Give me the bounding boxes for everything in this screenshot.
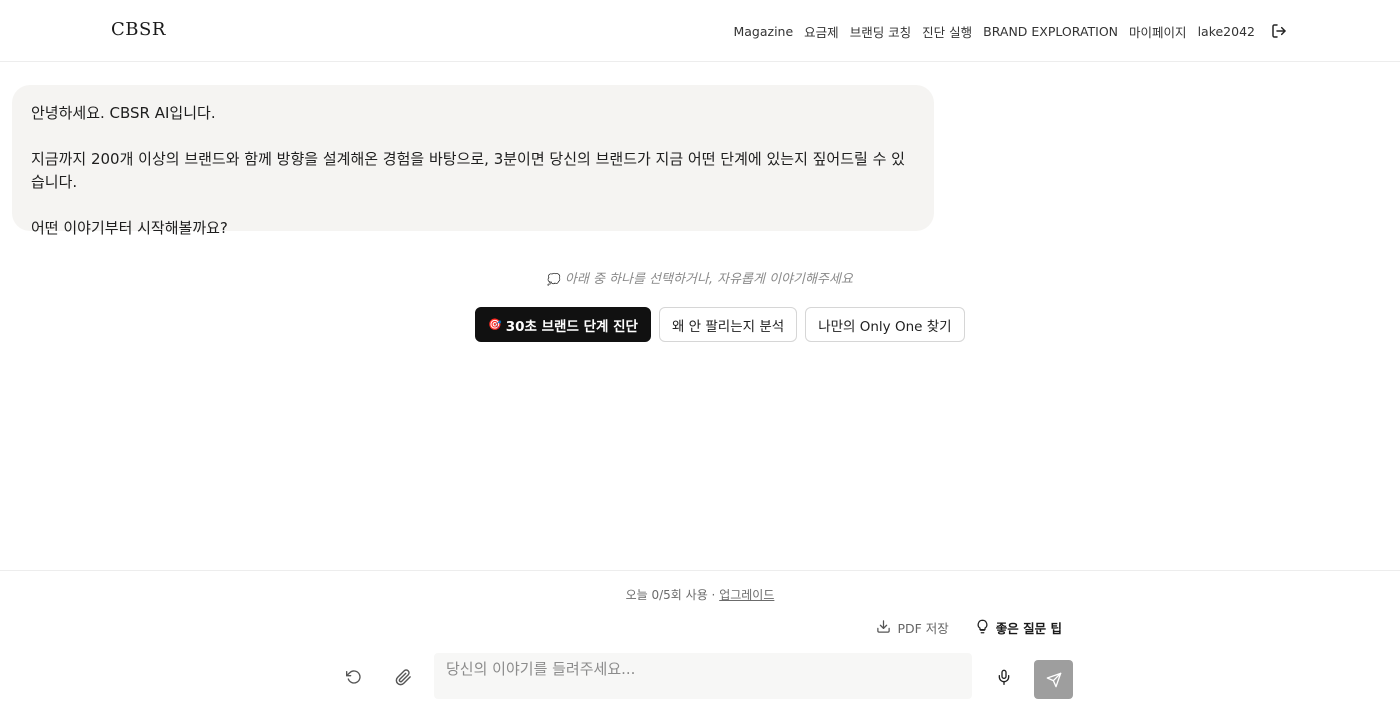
target-icon: 🎯 bbox=[488, 318, 502, 331]
logo[interactable]: CBSR bbox=[111, 19, 166, 40]
question-tips-label: 좋은 질문 팁 bbox=[995, 621, 1062, 636]
nav-magazine[interactable]: Magazine bbox=[733, 24, 793, 39]
composer-tools: PDF 저장 좋은 질문 팁 bbox=[876, 618, 1062, 637]
send-icon bbox=[1046, 672, 1061, 687]
logout-icon[interactable] bbox=[1270, 22, 1288, 40]
suggestion-hint: 💭 아래 중 하나를 선택하거나, 자유롭게 이야기해주세요 bbox=[0, 268, 1400, 287]
question-tips-button[interactable]: 좋은 질문 팁 bbox=[975, 618, 1062, 637]
microphone-icon[interactable] bbox=[990, 663, 1018, 691]
chip-label: 30초 브랜드 단계 진단 bbox=[505, 318, 638, 335]
message-body: 지금까지 200개 이상의 브랜드와 함께 방향을 설계해온 경험을 바탕으로,… bbox=[31, 150, 905, 191]
send-button[interactable] bbox=[1034, 660, 1073, 699]
nav-brand-exploration[interactable]: BRAND EXPLORATION bbox=[983, 24, 1118, 39]
nav-username[interactable]: lake2042 bbox=[1198, 24, 1255, 39]
why-not-selling-button[interactable]: 왜 안 팔리는지 분석 bbox=[658, 307, 798, 342]
top-header: CBSR Magazine 요금제 브랜딩 코칭 진단 실행 BRAND EXP… bbox=[0, 0, 1400, 62]
lightbulb-icon bbox=[975, 619, 990, 637]
pdf-save-button[interactable]: PDF 저장 bbox=[876, 618, 949, 637]
download-icon bbox=[876, 619, 891, 637]
upgrade-link[interactable]: 업그레이드 bbox=[719, 588, 774, 602]
usage-count: 오늘 0/5회 사용 · bbox=[625, 588, 720, 602]
reset-icon[interactable] bbox=[340, 663, 368, 691]
suggestion-chips: 🎯 30초 브랜드 단계 진단 왜 안 팔리는지 분석 나만의 Only One… bbox=[475, 307, 965, 342]
message-greeting: 안녕하세요. CBSR AI입니다. bbox=[31, 104, 216, 122]
nav-mypage[interactable]: 마이페이지 bbox=[1129, 22, 1187, 41]
nav-run-diagnosis[interactable]: 진단 실행 bbox=[922, 22, 972, 41]
chat-message-input[interactable] bbox=[434, 653, 972, 699]
nav-pricing[interactable]: 요금제 bbox=[804, 22, 839, 41]
chat-input-row bbox=[340, 653, 1075, 699]
main-nav: Magazine 요금제 브랜딩 코칭 진단 실행 BRAND EXPLORAT… bbox=[733, 0, 1288, 62]
usage-info: 오늘 0/5회 사용 · 업그레이드 bbox=[0, 586, 1400, 603]
message-question: 어떤 이야기부터 시작해볼까요? bbox=[31, 219, 228, 237]
chip-label: 왜 안 팔리는지 분석 bbox=[671, 318, 785, 335]
brand-stage-diagnosis-button[interactable]: 🎯 30초 브랜드 단계 진단 bbox=[475, 307, 651, 342]
composer-footer: 오늘 0/5회 사용 · 업그레이드 PDF 저장 좋은 질문 팁 bbox=[0, 570, 1400, 708]
chip-label: 나만의 Only One 찾기 bbox=[818, 318, 952, 335]
pdf-save-label: PDF 저장 bbox=[897, 621, 949, 636]
thought-bubble-icon: 💭 bbox=[547, 273, 561, 286]
paperclip-icon[interactable] bbox=[389, 663, 417, 691]
assistant-message: 안녕하세요. CBSR AI입니다. 지금까지 200개 이상의 브랜드와 함께… bbox=[12, 85, 934, 237]
find-only-one-button[interactable]: 나만의 Only One 찾기 bbox=[805, 307, 965, 342]
nav-branding-coaching[interactable]: 브랜딩 코칭 bbox=[850, 22, 911, 41]
hint-text: 아래 중 하나를 선택하거나, 자유롭게 이야기해주세요 bbox=[564, 272, 853, 287]
